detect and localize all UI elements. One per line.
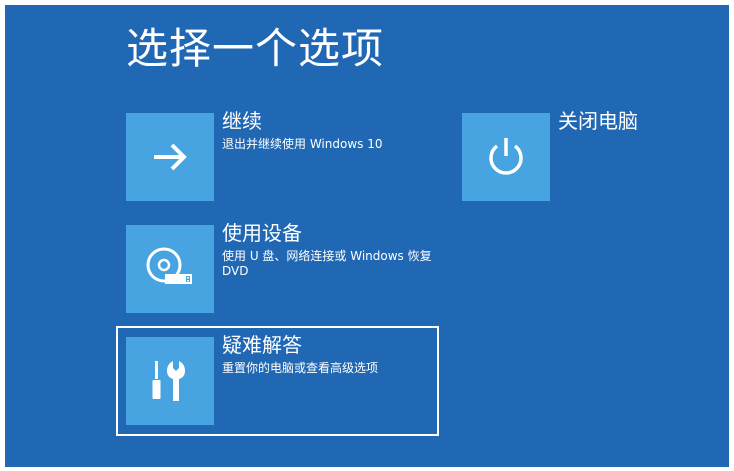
use-device-label: 使用设备 [222, 221, 302, 245]
power-icon [489, 138, 523, 175]
troubleshoot-tile[interactable] [126, 337, 214, 425]
continue-label: 继续 [222, 109, 262, 133]
recovery-screen: 选择一个选项 继续 退出并继续使用 Windows 10 使用设备 使用 U 盘… [5, 5, 729, 467]
troubleshoot-label: 疑难解答 [222, 333, 302, 357]
shutdown-tile[interactable] [462, 113, 550, 201]
arrow-right-icon [154, 143, 187, 171]
use-device-description: 使用 U 盘、网络连接或 Windows 恢复 DVD [222, 249, 432, 278]
continue-description: 退出并继续使用 Windows 10 [222, 137, 383, 151]
shutdown-label: 关闭电脑 [558, 109, 638, 133]
troubleshoot-description: 重置你的电脑或查看高级选项 [222, 361, 379, 375]
use-device-tile[interactable] [126, 225, 214, 313]
page-title: 选择一个选项 [126, 24, 385, 73]
disc-usb-icon [146, 247, 192, 284]
tools-icon [152, 361, 185, 401]
continue-tile[interactable] [126, 113, 214, 201]
